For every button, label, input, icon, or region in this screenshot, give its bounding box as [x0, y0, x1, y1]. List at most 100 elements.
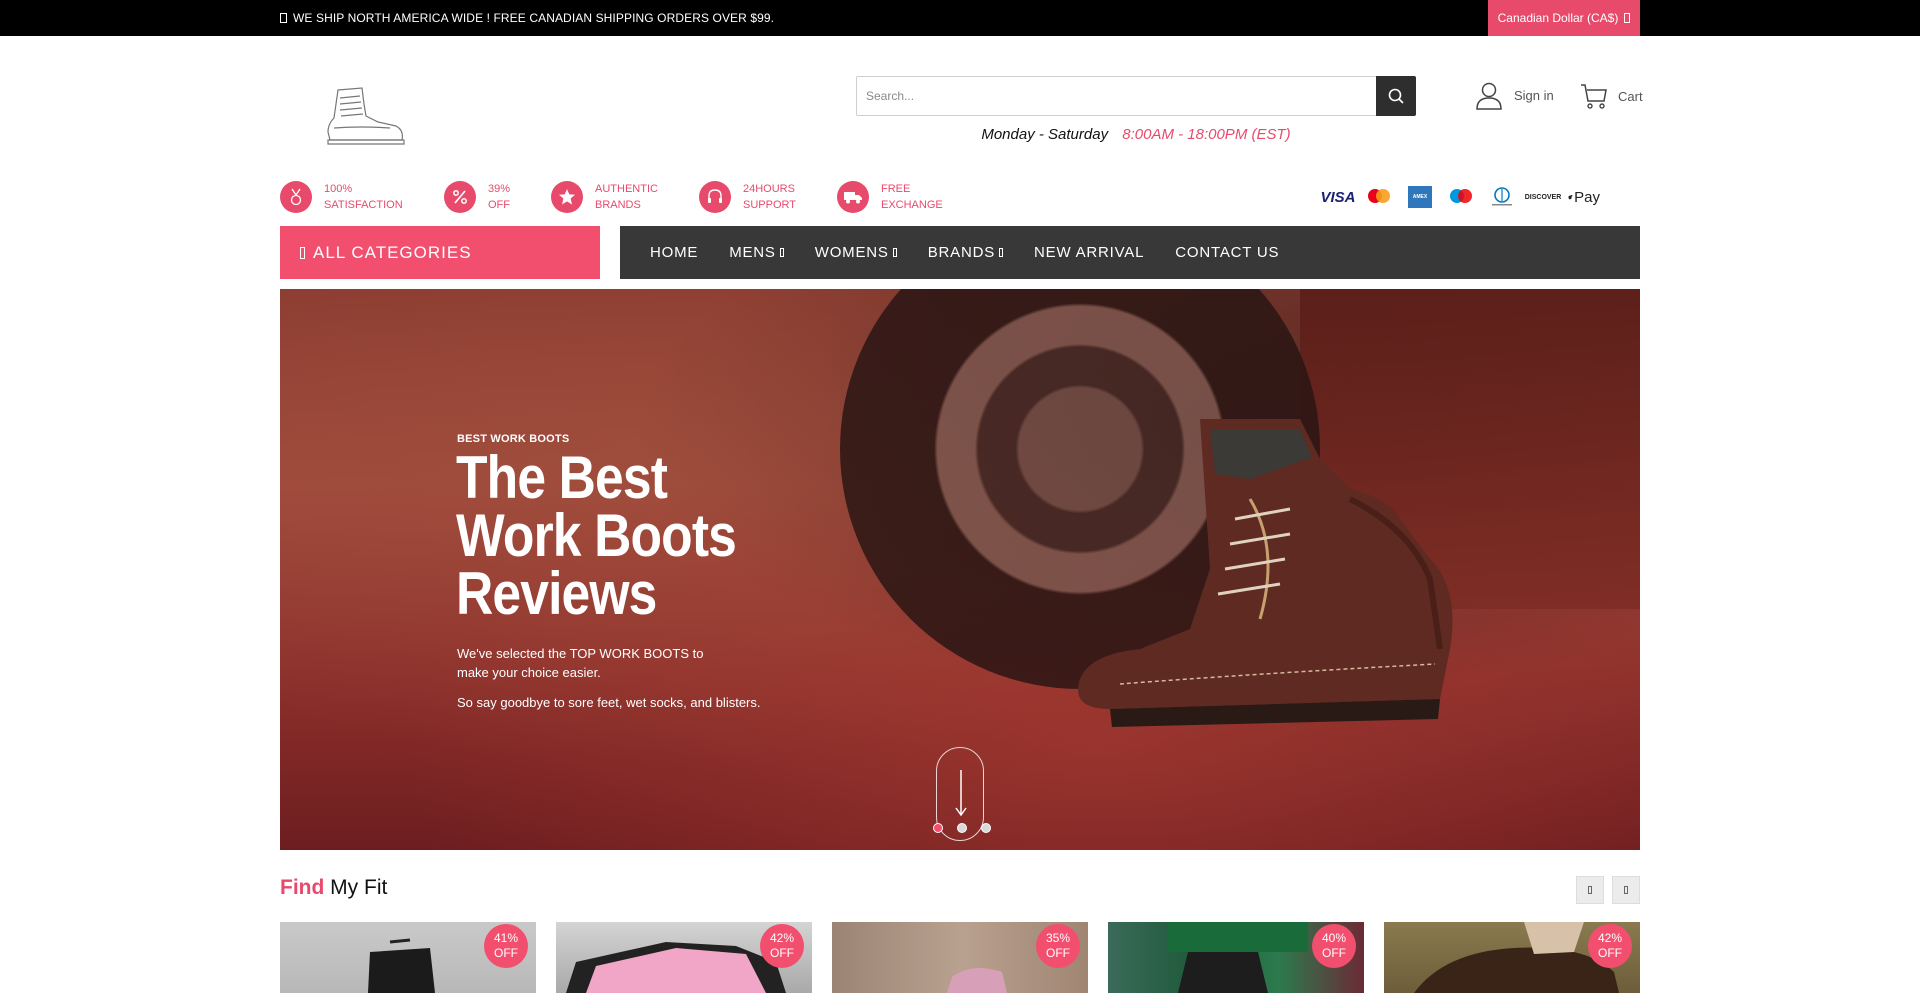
nav-brands-label: BRANDS	[927, 244, 996, 261]
hero-headline-line: Work Boots	[456, 502, 737, 569]
discount-off: OFF	[770, 946, 794, 960]
discount-off: OFF	[1598, 946, 1622, 960]
discount-percent: 41%	[493, 931, 519, 945]
section-title-accent: Find	[280, 876, 325, 899]
nav-home-label: HOME	[650, 244, 699, 261]
cart-link[interactable]: Cart	[1580, 82, 1643, 110]
currency-label: Canadian Dollar (CA$)	[1497, 11, 1619, 25]
discount-badge: 41% OFF	[484, 924, 528, 968]
hero-banner[interactable]: BEST WORK BOOTS The Best Work Boots Revi…	[280, 289, 1640, 850]
nav-womens-label: WOMENS	[814, 244, 889, 261]
feature-line2: SATISFACTION	[324, 199, 403, 211]
discount-percent: 35%	[1045, 931, 1071, 945]
chevron-left-icon	[1588, 886, 1592, 894]
discount-badge: 42% OFF	[760, 924, 804, 968]
discount-off: OFF	[1046, 946, 1070, 960]
discount-percent: 42%	[769, 931, 795, 945]
product-card[interactable]: 40% OFF	[1108, 922, 1364, 993]
nav-new-arrival[interactable]: NEW ARRIVAL	[1034, 244, 1144, 261]
product-card[interactable]: 41% OFF	[280, 922, 536, 993]
sign-in-label: Sign in	[1514, 87, 1554, 103]
feature-support: 24HOURS SUPPORT	[699, 181, 796, 213]
slider-dot-3[interactable]	[981, 823, 991, 833]
slider-dots	[933, 823, 991, 833]
carousel-controls	[1576, 876, 1640, 904]
cart-icon	[1581, 84, 1607, 109]
shipping-message: WE SHIP NORTH AMERICA WIDE ! FREE CANADI…	[280, 11, 774, 25]
visa-icon: VISA	[1320, 188, 1356, 206]
search-box	[856, 76, 1416, 116]
product-card[interactable]: 42% OFF	[1384, 922, 1640, 993]
carousel-next-button[interactable]	[1612, 876, 1640, 904]
feature-line2: SUPPORT	[743, 199, 796, 211]
slider-dot-2[interactable]	[957, 823, 967, 833]
medal-icon	[280, 181, 312, 213]
truck-icon	[837, 181, 869, 213]
search-input[interactable]	[857, 77, 1377, 115]
product-card[interactable]: 42% OFF	[556, 922, 812, 993]
nav-home[interactable]: HOME	[650, 244, 698, 261]
feature-line1: FREE	[881, 183, 911, 195]
hero-subtext-line: make your choice easier.	[457, 665, 601, 680]
slider-dot-1[interactable]	[933, 823, 943, 833]
currency-selector[interactable]: Canadian Dollar (CA$)	[1488, 0, 1640, 36]
hero-headline: The Best Work Boots Reviews	[456, 444, 766, 624]
nav-new-arrival-label: NEW ARRIVAL	[1034, 244, 1145, 261]
hours-days: Monday - Saturday	[981, 126, 1109, 143]
section-title: Find My Fit	[280, 876, 387, 900]
carousel-prev-button[interactable]	[1576, 876, 1604, 904]
chevron-down-icon	[1624, 13, 1631, 23]
main-navigation: HOME MENS WOMENS BRANDS NEW ARRIVAL CONT…	[620, 226, 1640, 279]
cart-label: Cart	[1618, 88, 1643, 104]
hero-headline-line: The Best	[456, 444, 668, 511]
feature-line2: OFF	[488, 199, 510, 211]
star-icon	[551, 181, 583, 213]
discount-badge: 35% OFF	[1036, 924, 1080, 968]
apple-pay-icon: Pay	[1568, 186, 1600, 208]
payment-methods: VISA AMEX DISCOVER Pay	[1320, 186, 1600, 208]
headset-icon	[699, 181, 731, 213]
hero-tagline: So say goodbye to sore feet, wet socks, …	[457, 695, 761, 710]
top-announcement-bar: WE SHIP NORTH AMERICA WIDE ! FREE CANADI…	[0, 0, 1920, 36]
percent-icon	[444, 181, 476, 213]
amex-icon: AMEX	[1404, 186, 1436, 208]
menu-icon	[300, 246, 305, 259]
feature-line1: 39%	[488, 183, 511, 195]
hero-subtext-line: We've selected the TOP WORK BOOTS to	[457, 646, 704, 661]
nav-mens[interactable]: MENS	[729, 244, 784, 261]
sign-in-link[interactable]: Sign in	[1474, 80, 1554, 110]
feature-line2: EXCHANGE	[881, 199, 943, 211]
feature-discount: 39% OFF	[444, 181, 510, 213]
feature-line2: BRANDS	[595, 199, 641, 211]
search-button[interactable]	[1376, 76, 1416, 116]
hero-subtext: We've selected the TOP WORK BOOTS to mak…	[457, 644, 757, 682]
hours-time: 8:00AM - 18:00PM (EST)	[1122, 126, 1291, 143]
chevron-down-icon	[999, 248, 1004, 257]
discount-badge: 42% OFF	[1588, 924, 1632, 968]
discount-percent: 40%	[1321, 931, 1347, 945]
feature-line1: AUTHENTIC	[595, 183, 658, 195]
work-boot-image	[1078, 419, 1453, 727]
product-card[interactable]: 35% OFF	[832, 922, 1088, 993]
opening-hours: Monday - Saturday 8:00AM - 18:00PM (EST)	[856, 126, 1416, 143]
all-categories-button[interactable]: ALL CATEGORIES	[280, 226, 600, 279]
user-icon	[1476, 82, 1502, 110]
feature-free-exchange: FREE EXCHANGE	[837, 181, 943, 213]
discount-badge: 40% OFF	[1312, 924, 1356, 968]
shipping-text: WE SHIP NORTH AMERICA WIDE ! FREE CANADI…	[293, 11, 775, 25]
diners-club-icon	[1486, 186, 1518, 208]
feature-authentic-brands: AUTHENTIC BRANDS	[551, 181, 658, 213]
chevron-down-icon	[892, 248, 897, 257]
chevron-down-icon	[779, 248, 784, 257]
boot-logo[interactable]	[320, 84, 410, 148]
nav-brands[interactable]: BRANDS	[927, 244, 1004, 261]
nav-contact-us[interactable]: CONTACT US	[1175, 244, 1279, 261]
feature-line1: 24HOURS	[743, 183, 795, 195]
nav-womens[interactable]: WOMENS	[815, 244, 897, 261]
nav-contact-us-label: CONTACT US	[1175, 244, 1280, 261]
discount-percent: 42%	[1597, 931, 1623, 945]
discount-off: OFF	[1322, 946, 1346, 960]
feature-line1: 100%	[324, 183, 353, 195]
feature-satisfaction: 100% SATISFACTION	[280, 181, 403, 213]
maestro-icon	[1445, 186, 1477, 208]
